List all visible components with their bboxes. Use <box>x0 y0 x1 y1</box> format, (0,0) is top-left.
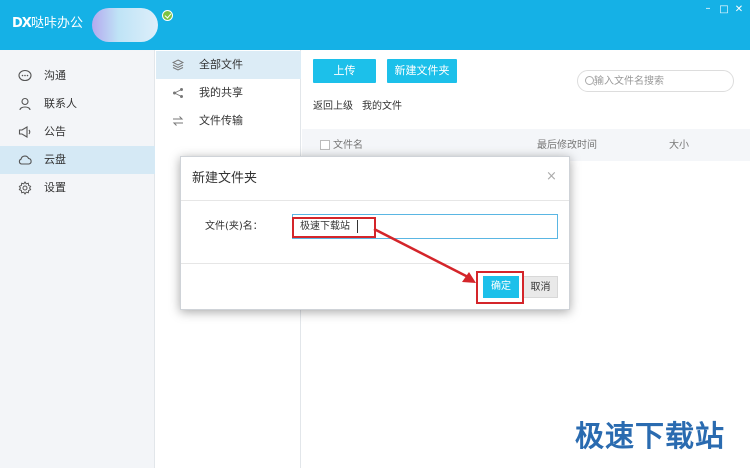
annotation-arrow <box>373 227 476 283</box>
watermark: 极速下载站 <box>575 419 726 453</box>
